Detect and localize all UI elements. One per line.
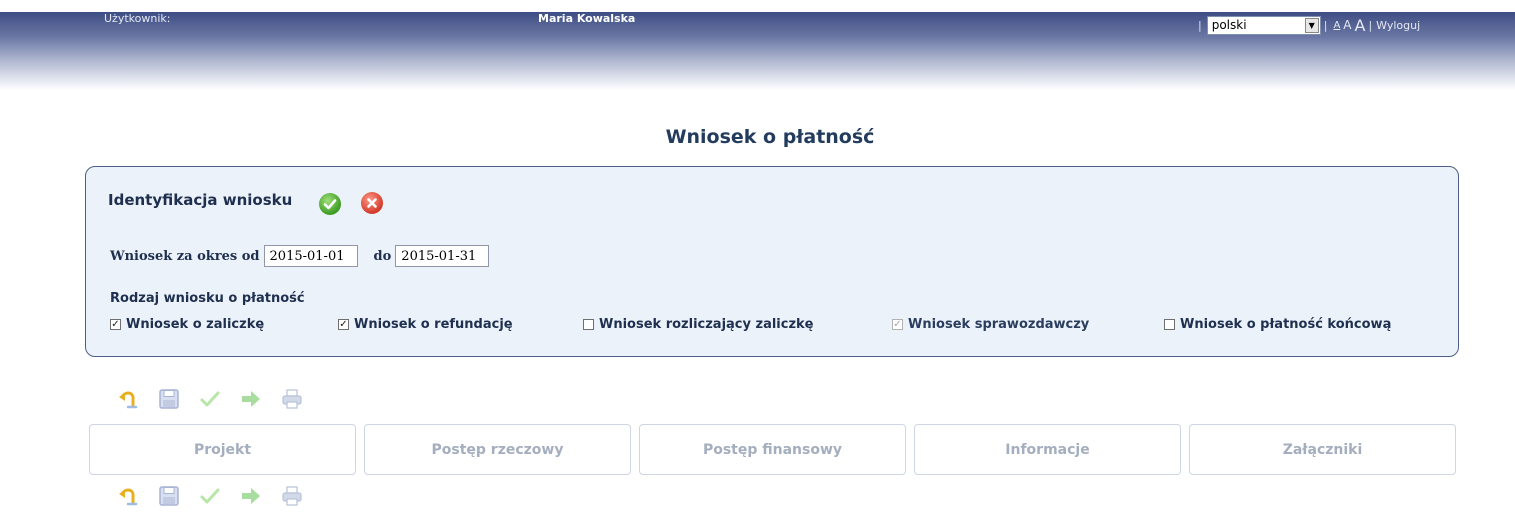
top-header: Użytkownik: Maria Kowalska | polski ▼ | … <box>0 12 1515 90</box>
undo-icon[interactable] <box>117 388 139 410</box>
tab-attachments[interactable]: Załączniki <box>1189 424 1456 475</box>
header-tools: | polski ▼ | A A A | Wyloguj <box>1198 15 1421 35</box>
tab-project[interactable]: Projekt <box>89 424 356 475</box>
checkbox-final-payment-label: Wniosek o płatność końcową <box>1180 317 1392 332</box>
section-tabs: Projekt Postęp rzeczowy Postęp finansowy… <box>89 424 1457 475</box>
user-name: Maria Kowalska <box>538 12 636 25</box>
language-select[interactable]: polski ▼ <box>1206 15 1321 35</box>
checkbox-refund-box[interactable]: ✓ <box>338 319 349 330</box>
period-label: Wniosek za okres od <box>110 248 260 264</box>
identification-title: Identyfikacja wniosku <box>108 191 293 209</box>
checkbox-advance-settlement-box[interactable] <box>583 319 594 330</box>
forward-icon[interactable] <box>240 388 262 410</box>
save-icon[interactable] <box>158 485 180 507</box>
checkbox-advance-label: Wniosek o zaliczkę <box>126 317 265 332</box>
checkbox-refund-label: Wniosek o refundację <box>354 317 513 332</box>
checkbox-advance-settlement[interactable]: Wniosek rozliczający zaliczkę <box>583 317 814 332</box>
toolbar-bottom <box>117 485 322 507</box>
font-size-large-button[interactable]: A <box>1355 16 1366 35</box>
font-size-medium-button[interactable]: A <box>1343 18 1351 32</box>
checkbox-advance-box[interactable]: ✓ <box>110 319 121 330</box>
period-row: Wniosek za okres od 2015-01-01 do 2015-0… <box>110 245 490 267</box>
checkbox-final-payment-box[interactable] <box>1164 319 1175 330</box>
save-icon[interactable] <box>158 388 180 410</box>
checkbox-advance-settlement-label: Wniosek rozliczający zaliczkę <box>599 317 814 332</box>
cancel-icon[interactable] <box>361 192 383 214</box>
chevron-down-icon[interactable]: ▼ <box>1304 17 1319 33</box>
identification-panel: Identyfikacja wniosku Wniosek za okres o… <box>85 166 1459 357</box>
checkbox-report: ✓ Wniosek sprawozdawczy <box>892 317 1089 332</box>
payment-type-label: Rodzaj wniosku o płatność <box>110 291 305 306</box>
checkbox-report-box: ✓ <box>892 319 903 330</box>
toolbar-top <box>117 388 322 410</box>
check-icon[interactable] <box>199 388 221 410</box>
check-icon[interactable] <box>199 485 221 507</box>
checkbox-final-payment[interactable]: Wniosek o płatność końcową <box>1164 317 1391 332</box>
payment-type-checkboxes: ✓ Wniosek o zaliczkę ✓ Wniosek o refunda… <box>86 317 1458 339</box>
forward-icon[interactable] <box>240 485 262 507</box>
date-from-input[interactable]: 2015-01-01 <box>263 245 358 267</box>
page-title: Wniosek o płatność <box>665 126 875 148</box>
checkbox-advance[interactable]: ✓ Wniosek o zaliczkę <box>110 317 264 332</box>
logout-link[interactable]: Wyloguj <box>1376 19 1420 32</box>
language-value: polski <box>1211 18 1247 32</box>
undo-icon[interactable] <box>117 485 139 507</box>
checkbox-refund[interactable]: ✓ Wniosek o refundację <box>338 317 513 332</box>
tab-information[interactable]: Informacje <box>914 424 1181 475</box>
to-label: do <box>373 248 392 264</box>
date-to-input[interactable]: 2015-01-31 <box>395 245 490 267</box>
checkbox-report-label: Wniosek sprawozdawczy <box>908 317 1090 332</box>
tab-financial-progress[interactable]: Postęp finansowy <box>639 424 906 475</box>
tab-material-progress[interactable]: Postęp rzeczowy <box>364 424 631 475</box>
font-size-small-button[interactable]: A <box>1333 20 1340 31</box>
user-label: Użytkownik: <box>104 12 171 25</box>
print-icon[interactable] <box>281 485 303 507</box>
print-icon[interactable] <box>281 388 303 410</box>
confirm-icon[interactable] <box>319 193 341 215</box>
